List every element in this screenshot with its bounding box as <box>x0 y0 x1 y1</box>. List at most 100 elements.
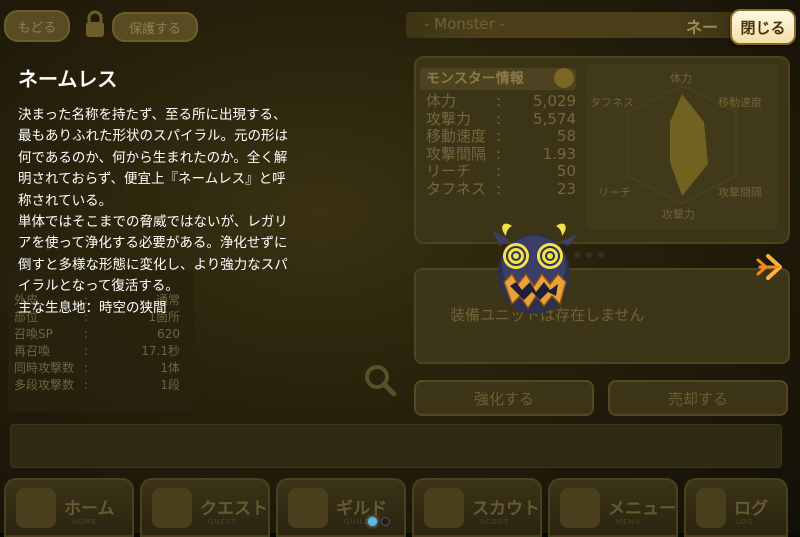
close-button[interactable]: 閉じる <box>730 9 796 45</box>
nav-menu-button[interactable]: メニュー MENU <box>548 478 678 537</box>
nav-sublabel: LOG <box>736 518 754 526</box>
radar-label-top-right: 移動速度 <box>718 96 762 109</box>
left-stat-value: 1体 <box>160 361 180 375</box>
radar-fill <box>670 94 708 196</box>
stat-row: 体力: 5,029 <box>426 92 586 111</box>
left-stat-value: 1段 <box>160 378 180 392</box>
description-line: アを使って浄化する必要がある。浄化せずに <box>18 235 288 252</box>
quest-icon <box>152 488 192 528</box>
bottom-nav: ホーム HOME クエスト QUEST ギルド GUILD スカウト SCOUT メニュ… <box>0 478 800 537</box>
info-coin-icon <box>554 68 574 88</box>
page-indicator <box>368 511 394 530</box>
description-line: 称されている。 <box>18 192 113 209</box>
stat-row: タフネス: 23 <box>426 179 586 199</box>
nav-sublabel: GUILD <box>344 518 371 526</box>
stat-colon: : <box>496 144 502 163</box>
message-bar <box>10 424 782 468</box>
stat-row: 移動速度: 58 <box>426 127 586 146</box>
stat-colon: : <box>496 92 502 110</box>
stat-key: 体力 <box>426 92 457 110</box>
left-stat-row: 多段攻撃数: 1段 <box>14 377 194 394</box>
left-stat-colon: : <box>84 361 89 375</box>
chat-bubble-icon <box>696 488 726 528</box>
stat-key: 攻撃力 <box>426 109 472 128</box>
monster-header-name: ネー <box>686 18 719 37</box>
left-stat-key: 再召喚 <box>14 344 51 358</box>
radar-label-bottom-left: リーチ <box>598 186 631 199</box>
nav-label: ホーム <box>64 499 115 519</box>
next-arrow-icon[interactable] <box>752 252 792 282</box>
zoom-icon[interactable] <box>362 362 398 398</box>
stat-colon: : <box>496 109 502 128</box>
description-line: 決まった名称を持たず、至る所に出現する、 <box>18 107 287 123</box>
nav-log-button[interactable]: ログ LOG <box>684 478 788 537</box>
monster-name-title: ネームレス <box>18 67 118 91</box>
radar-label-top: 体力 <box>670 72 692 85</box>
monster-description: 決まった名称を持たず、至る所に出現する、 最もありふれた形状のスパイラル。元の形… <box>18 105 298 319</box>
description-line: 倒すと多様な形態に変化し、より強力なスパ <box>18 256 288 273</box>
page-indicator-dot <box>381 517 390 526</box>
pager-dot <box>598 252 604 258</box>
left-stat-colon: : <box>84 327 89 341</box>
left-stat-colon: : <box>84 344 89 358</box>
protect-button[interactable]: 保護する <box>112 12 198 42</box>
nav-sublabel: QUEST <box>208 518 237 526</box>
nav-label: スカウト <box>472 499 540 519</box>
stat-key: 移動速度 <box>426 127 487 145</box>
stat-value: 50 <box>556 162 576 180</box>
nav-scout-button[interactable]: スカウト SCOUT <box>412 478 542 537</box>
description-line: 単体ではそこまでの脅威ではないが、レガリ <box>18 214 288 231</box>
stat-value: 23 <box>556 179 576 198</box>
left-stat-value: 17.1秒 <box>141 344 180 358</box>
monster-sprite <box>492 223 578 314</box>
stat-key: 攻撃間隔 <box>426 144 487 163</box>
left-stat-key: 召喚SP <box>14 327 53 341</box>
left-stat-colon: : <box>84 378 89 392</box>
stat-value: 5,029 <box>533 92 576 110</box>
enhance-button[interactable]: 強化する <box>414 380 594 416</box>
gear-icon <box>560 488 600 528</box>
radar-label-bottom-right: 攻撃間隔 <box>718 186 762 199</box>
nav-label: メニュー <box>608 499 676 519</box>
stat-key: リーチ <box>426 162 472 180</box>
description-line: 何であるのか、何から生まれたのか。全く解 <box>18 149 288 166</box>
radar-label-bottom: 攻撃力 <box>662 208 695 221</box>
nav-home-button[interactable]: ホーム HOME <box>4 478 134 537</box>
stat-value: 1.93 <box>542 144 576 163</box>
stat-row: 攻撃力: 5,574 <box>426 109 586 129</box>
monster-header-label: - Monster - <box>424 15 506 33</box>
nav-sublabel: HOME <box>72 518 98 526</box>
castle-icon <box>288 488 328 528</box>
monster-stats-list: 体力: 5,029 攻撃力: 5,574 移動速度: 58 攻撃間隔: 1.93 リーチ… <box>426 92 586 199</box>
left-stat-row: 同時攻撃数: 1体 <box>14 360 194 377</box>
nav-label: クエスト <box>200 499 268 519</box>
monster-info-title: モンスター情報 <box>420 68 576 90</box>
left-stat-key: 多段攻撃数 <box>14 378 75 392</box>
stat-colon: : <box>496 179 502 198</box>
left-stat-value: 620 <box>157 327 180 341</box>
description-line: 最もありふれた形状のスパイラル。元の形は <box>18 128 288 145</box>
stat-value: 5,574 <box>533 109 576 128</box>
stat-row: リーチ: 50 <box>426 162 586 181</box>
radar-label-top-left: タフネス <box>590 96 634 109</box>
stat-value: 58 <box>556 127 576 145</box>
cards-icon <box>424 488 464 528</box>
left-stat-key: 同時攻撃数 <box>14 361 75 375</box>
nav-sublabel: MENU <box>616 518 641 526</box>
stat-row: 攻撃間隔: 1.93 <box>426 144 586 164</box>
page-indicator-dot-active <box>368 517 377 526</box>
home-icon <box>16 488 56 528</box>
back-button[interactable]: もどる <box>4 10 70 42</box>
habitat-line: 主な生息地：時空の狭間 <box>18 299 167 316</box>
nav-sublabel: SCOUT <box>480 518 510 526</box>
radar-chart-box: 体力 タフネス 移動速度 リーチ 攻撃間隔 攻撃力 <box>586 64 778 230</box>
description-line: 明されておらず、便宜上『ネームレス』と呼 <box>18 171 286 188</box>
nav-quest-button[interactable]: クエスト QUEST <box>140 478 270 537</box>
sell-button[interactable]: 売却する <box>608 380 788 416</box>
lock-icon <box>86 10 104 37</box>
left-stat-row: 再召喚: 17.1秒 <box>14 343 194 360</box>
stat-colon: : <box>496 127 502 145</box>
stat-key: タフネス <box>426 179 487 198</box>
stat-colon: : <box>496 162 502 180</box>
description-line: イラルとなって復活する。 <box>18 278 179 295</box>
